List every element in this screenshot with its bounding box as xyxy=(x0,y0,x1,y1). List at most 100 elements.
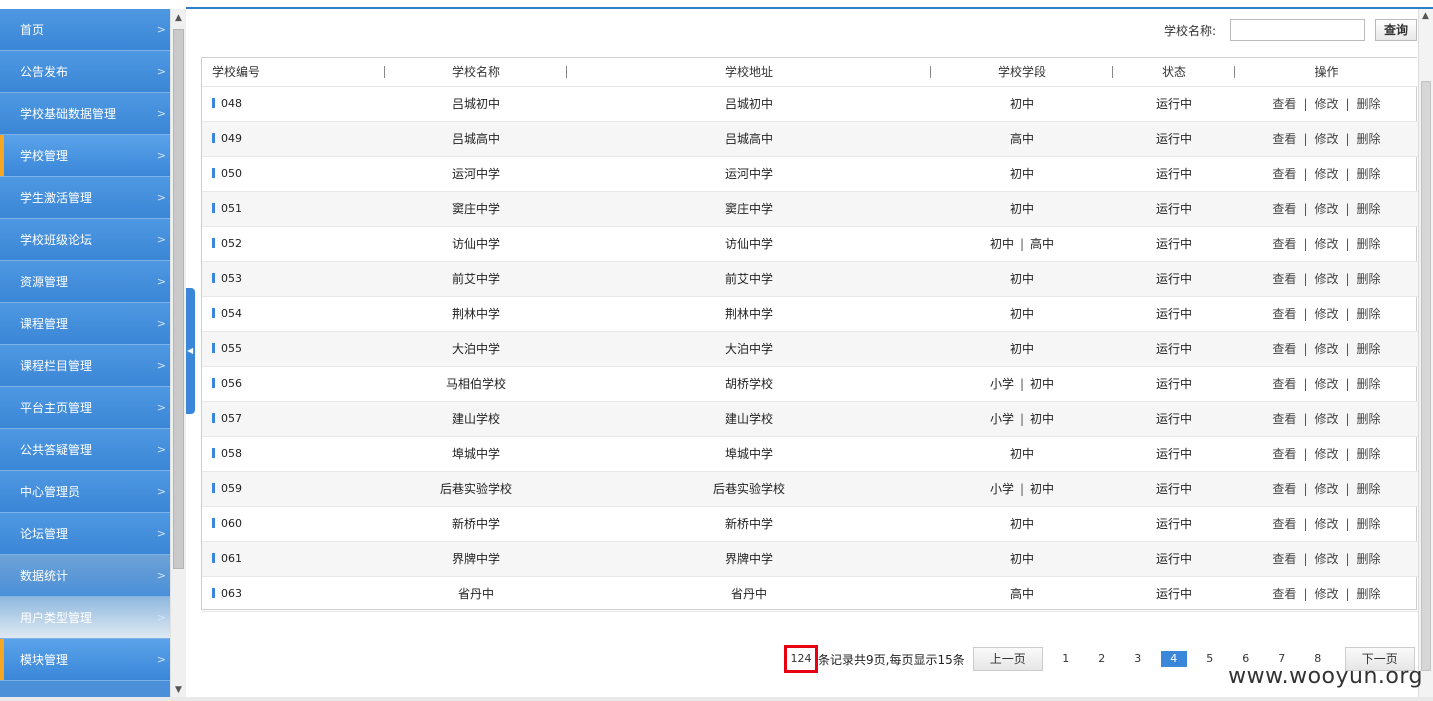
stage-value: 初中 xyxy=(1009,167,1034,181)
edit-link[interactable]: 修改 xyxy=(1314,132,1338,146)
sidebar-item[interactable]: 公告发布 > xyxy=(0,51,170,93)
edit-link[interactable]: 修改 xyxy=(1314,412,1338,426)
delete-link[interactable]: 删除 xyxy=(1357,517,1381,531)
delete-link[interactable]: 删除 xyxy=(1357,447,1381,461)
view-link[interactable]: 查看 xyxy=(1272,307,1296,321)
delete-link[interactable]: 删除 xyxy=(1357,342,1381,356)
scroll-up-icon[interactable]: ▲ xyxy=(1422,11,1429,21)
view-link[interactable]: 查看 xyxy=(1272,377,1296,391)
page-number-link[interactable]: 4 xyxy=(1160,651,1187,667)
view-link[interactable]: 查看 xyxy=(1272,132,1296,146)
col-header-status[interactable]: 状态 xyxy=(1113,58,1235,87)
view-link[interactable]: 查看 xyxy=(1272,587,1296,601)
page-number-link[interactable]: 3 xyxy=(1125,651,1151,667)
view-link[interactable]: 查看 xyxy=(1272,482,1296,496)
edit-link[interactable]: 修改 xyxy=(1314,342,1338,356)
edit-link[interactable]: 修改 xyxy=(1314,587,1338,601)
edit-link[interactable]: 修改 xyxy=(1314,307,1338,321)
view-link[interactable]: 查看 xyxy=(1272,517,1296,531)
cell-status: 运行中 xyxy=(1113,366,1235,402)
sidebar-item[interactable]: 课程栏目管理 > xyxy=(0,345,170,387)
view-link[interactable]: 查看 xyxy=(1272,552,1296,566)
edit-link[interactable]: 修改 xyxy=(1314,377,1338,391)
sidebar-item[interactable]: 数据统计 > xyxy=(0,555,170,597)
delete-link[interactable]: 删除 xyxy=(1357,272,1381,286)
view-link[interactable]: 查看 xyxy=(1272,97,1296,111)
sidebar-item[interactable]: 学校班级论坛 > xyxy=(0,219,170,261)
main-scroll-thumb[interactable] xyxy=(1421,81,1431,671)
sidebar-item[interactable]: 学校管理 > xyxy=(0,135,170,177)
query-button[interactable]: 查询 xyxy=(1374,19,1417,41)
delete-link[interactable]: 删除 xyxy=(1357,307,1381,321)
school-name-input[interactable] xyxy=(1229,19,1365,41)
sidebar-collapse-toggle[interactable]: ◀ xyxy=(186,288,195,414)
action-separator: | xyxy=(1303,167,1308,181)
edit-link[interactable]: 修改 xyxy=(1314,517,1338,531)
sidebar-item[interactable]: 学校基础数据管理 > xyxy=(0,93,170,135)
page-number-link[interactable]: 2 xyxy=(1089,651,1115,667)
sidebar-item[interactable]: 平台主页管理 > xyxy=(0,387,170,429)
view-link[interactable]: 查看 xyxy=(1272,272,1296,286)
col-header-stage[interactable]: 学校学段 xyxy=(931,58,1113,87)
page-number-link[interactable]: 1 xyxy=(1053,651,1079,667)
delete-link[interactable]: 删除 xyxy=(1357,132,1381,146)
sidebar-item[interactable]: 资源管理 > xyxy=(0,261,170,303)
prev-page-button[interactable]: 上一页 xyxy=(972,647,1043,671)
delete-link[interactable]: 删除 xyxy=(1357,552,1381,566)
view-link[interactable]: 查看 xyxy=(1272,412,1296,426)
scroll-up-icon[interactable]: ▲ xyxy=(175,13,182,23)
col-header-name[interactable]: 学校名称 xyxy=(385,58,567,87)
view-link[interactable]: 查看 xyxy=(1272,167,1296,181)
edit-link[interactable]: 修改 xyxy=(1314,237,1338,251)
view-link[interactable]: 查看 xyxy=(1272,447,1296,461)
sidebar-item[interactable]: 公共答疑管理 > xyxy=(0,429,170,471)
edit-link[interactable]: 修改 xyxy=(1314,167,1338,181)
stage-value: 小学 xyxy=(989,412,1014,426)
edit-link[interactable]: 修改 xyxy=(1314,272,1338,286)
cell-address: 埠城中学 xyxy=(567,436,931,472)
sidebar-item[interactable]: 论坛管理 > xyxy=(0,513,170,555)
sidebar-item[interactable]: 中心管理员 > xyxy=(0,471,170,513)
delete-link[interactable]: 删除 xyxy=(1357,482,1381,496)
cell-name: 马相伯学校 xyxy=(385,366,567,402)
view-link[interactable]: 查看 xyxy=(1272,202,1296,216)
sidebar-item[interactable]: 学生激活管理 > xyxy=(0,177,170,219)
cell-actions: 查看 | 修改 | 删除 xyxy=(1235,436,1418,472)
action-separator: | xyxy=(1303,587,1308,601)
table-row: 051 窦庄中学 窦庄中学 初中 运行中 查看 | 修改 | 删除 xyxy=(202,191,1418,227)
code-value: 052 xyxy=(221,237,242,250)
action-separator: | xyxy=(1345,552,1350,566)
chevron-right-icon: > xyxy=(156,653,166,666)
delete-link[interactable]: 删除 xyxy=(1357,587,1381,601)
view-link[interactable]: 查看 xyxy=(1272,237,1296,251)
scroll-down-icon[interactable]: ▼ xyxy=(175,685,182,695)
delete-link[interactable]: 删除 xyxy=(1357,97,1381,111)
delete-link[interactable]: 删除 xyxy=(1357,412,1381,426)
sidebar-scroll-thumb[interactable] xyxy=(173,29,184,569)
delete-link[interactable]: 删除 xyxy=(1357,237,1381,251)
action-separator: | xyxy=(1303,482,1308,496)
page-number-link[interactable]: 5 xyxy=(1197,651,1223,667)
sidebar-scrollbar[interactable]: ▲ ▼ xyxy=(170,9,186,701)
edit-link[interactable]: 修改 xyxy=(1314,202,1338,216)
sidebar-item[interactable]: 模块管理 > xyxy=(0,639,170,681)
view-link[interactable]: 查看 xyxy=(1272,342,1296,356)
col-header-actions: 操作 xyxy=(1235,58,1418,87)
cell-status: 运行中 xyxy=(1113,86,1235,122)
sidebar-item[interactable]: 用户类型管理 > xyxy=(0,597,170,639)
col-header-address[interactable]: 学校地址 xyxy=(567,58,931,87)
delete-link[interactable]: 删除 xyxy=(1357,202,1381,216)
edit-link[interactable]: 修改 xyxy=(1314,552,1338,566)
sidebar-item[interactable]: 首页 > xyxy=(0,9,170,51)
edit-link[interactable]: 修改 xyxy=(1314,97,1338,111)
cell-name: 埠城中学 xyxy=(385,436,567,472)
cell-stage: 初中 xyxy=(931,191,1113,227)
edit-link[interactable]: 修改 xyxy=(1314,482,1338,496)
cell-stage: 高中 xyxy=(931,576,1113,612)
sidebar-item[interactable]: 课程管理 > xyxy=(0,303,170,345)
col-header-code[interactable]: 学校编号 xyxy=(202,58,385,87)
delete-link[interactable]: 删除 xyxy=(1357,377,1381,391)
delete-link[interactable]: 删除 xyxy=(1357,167,1381,181)
edit-link[interactable]: 修改 xyxy=(1314,447,1338,461)
main-scrollbar[interactable]: ▲ xyxy=(1418,9,1433,701)
